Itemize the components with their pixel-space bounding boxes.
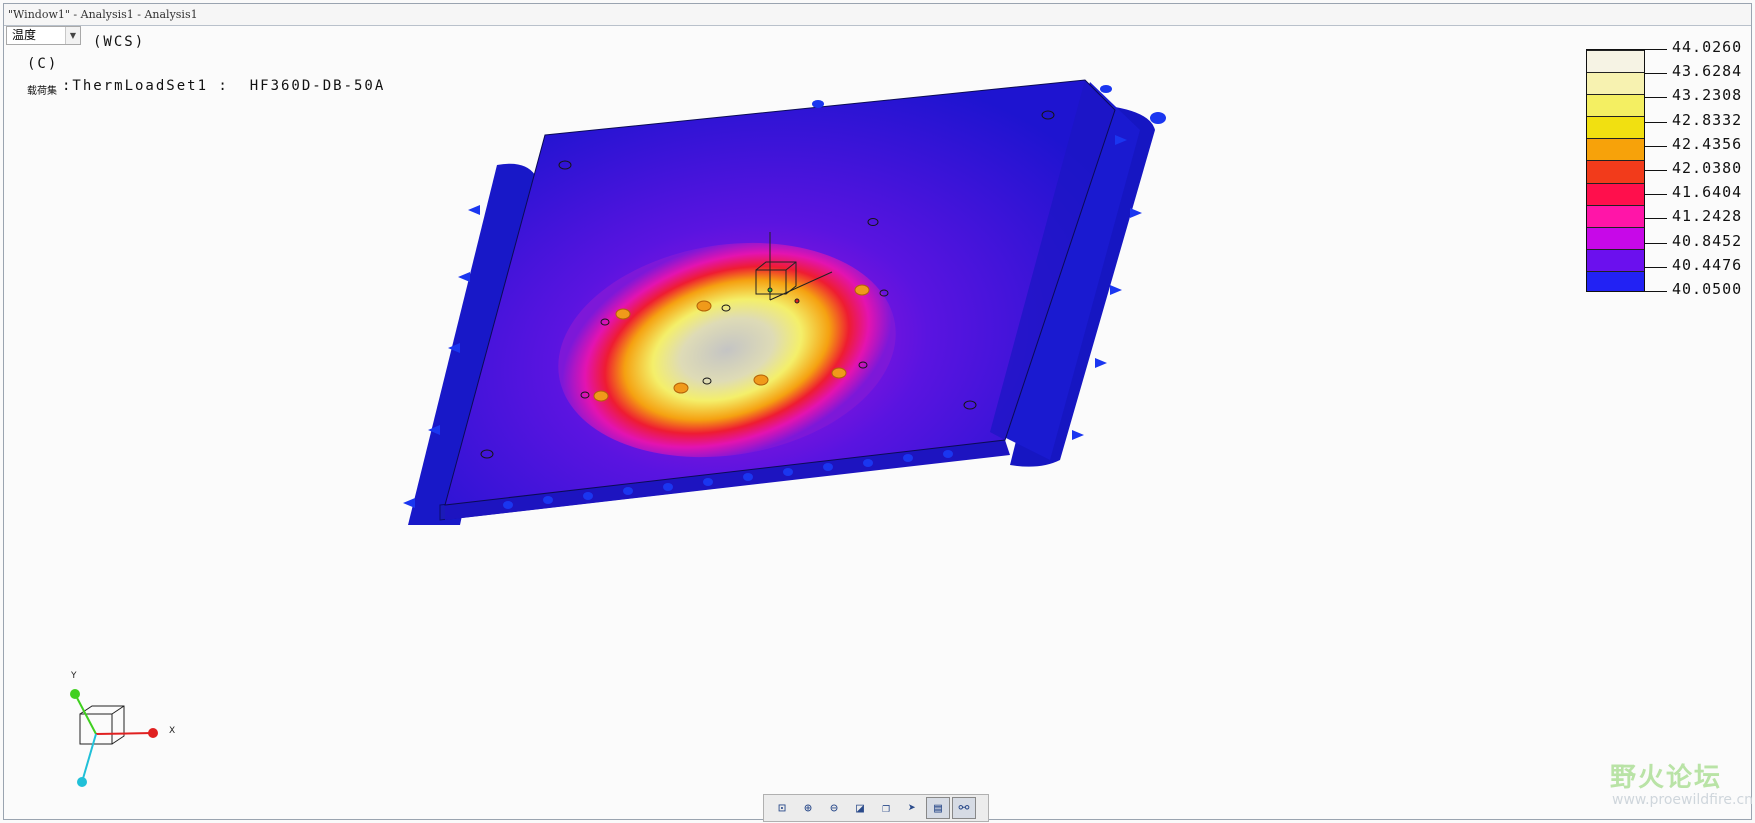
- view-toolbar: ⊡ ⊕ ⊖ ◪ ❐ ➤ ▤ ⚯: [763, 794, 989, 822]
- legend-tick: [1645, 145, 1667, 147]
- legend-tick: [1645, 49, 1667, 50]
- legend-tick: [1645, 266, 1667, 268]
- legend-value-label: 42.4356: [1672, 134, 1743, 153]
- repaint-button[interactable]: ◪: [848, 797, 872, 819]
- spin-center-icon: ➤: [908, 800, 916, 816]
- legend-tick: [1645, 73, 1667, 75]
- zoom-out-button[interactable]: ⊖: [822, 797, 846, 819]
- legend-color-band: [1587, 160, 1644, 183]
- display-style-icon: ▤: [934, 800, 942, 816]
- legend-color-band: [1587, 72, 1644, 95]
- legend-value-label: 43.2308: [1672, 86, 1743, 105]
- legend-color-band: [1587, 138, 1644, 161]
- legend-color-band: [1587, 116, 1644, 139]
- legend-color-band: [1587, 94, 1644, 117]
- legend-color-band: [1587, 182, 1644, 205]
- legend-value-label: 42.0380: [1672, 159, 1743, 177]
- refit-icon: ⊡: [778, 800, 786, 816]
- view-manager-icon: ⚯: [958, 800, 970, 816]
- legend-tick: [1645, 242, 1667, 244]
- world-triad-icon: Y X: [70, 671, 175, 787]
- saved-views-button[interactable]: ❐: [874, 797, 898, 819]
- zoom-in-icon: ⊕: [804, 800, 812, 816]
- refit-button[interactable]: ⊡: [770, 797, 794, 819]
- watermark-logo-text: 野火论坛: [1610, 763, 1723, 793]
- legend-value-label: 41.6404: [1672, 183, 1743, 202]
- legend-value-label: 44.0260: [1672, 38, 1743, 56]
- legend-tick: [1645, 194, 1667, 196]
- zoom-in-button[interactable]: ⊕: [796, 797, 820, 819]
- display-style-button[interactable]: ▤: [926, 797, 950, 819]
- triad-y-label: Y: [70, 671, 77, 681]
- legend-tick: [1645, 170, 1667, 171]
- legend-color-band: [1587, 226, 1644, 249]
- legend-tick: [1645, 218, 1667, 220]
- temperature-legend: [1586, 49, 1645, 292]
- watermark-url: www.proewildfire.cn: [1612, 792, 1754, 808]
- legend-tick: [1645, 121, 1667, 123]
- model-viewport[interactable]: Y X: [0, 0, 1755, 823]
- legend-tick: [1645, 291, 1667, 292]
- legend-color-band: [1587, 248, 1644, 271]
- legend-tick: [1645, 97, 1667, 99]
- legend-value-label: 40.4476: [1672, 255, 1743, 274]
- legend-color-band: [1587, 270, 1644, 291]
- spin-center-button[interactable]: ➤: [900, 797, 924, 819]
- repaint-icon: ◪: [856, 800, 864, 816]
- zoom-out-icon: ⊖: [830, 800, 838, 816]
- legend-color-band: [1587, 50, 1644, 73]
- legend-value-label: 42.8332: [1672, 110, 1743, 129]
- legend-value-label: 43.6284: [1672, 62, 1743, 81]
- legend-value-label: 41.2428: [1672, 207, 1743, 226]
- legend-value-label: 40.0500: [1672, 280, 1743, 298]
- triad-x-label: X: [169, 726, 175, 736]
- legend-value-label: 40.8452: [1672, 231, 1743, 250]
- saved-views-icon: ❐: [882, 800, 890, 816]
- view-manager-button[interactable]: ⚯: [952, 797, 976, 819]
- legend-color-band: [1587, 204, 1644, 227]
